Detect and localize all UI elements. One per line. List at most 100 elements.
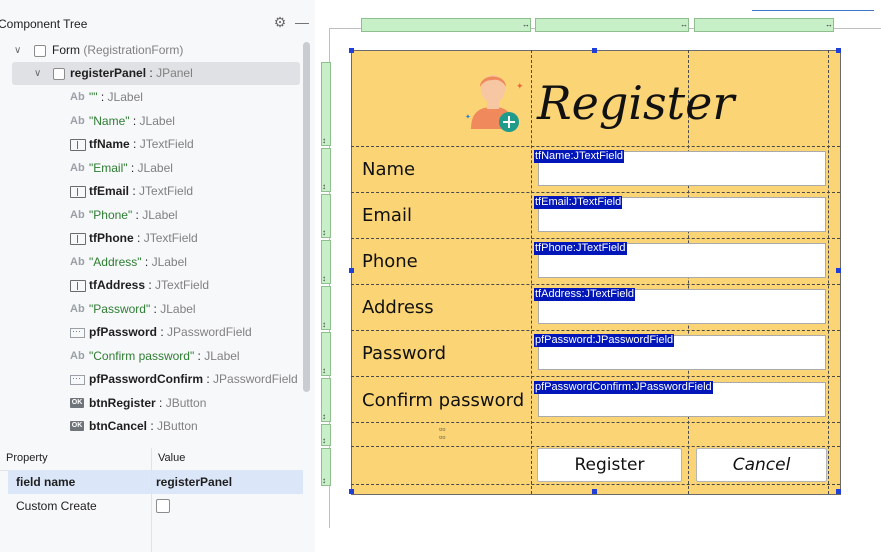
grid-row-header[interactable]: ↕ [321,424,331,446]
tree-item-label: "Phone" : JLabel [89,207,178,222]
tree-item-label: "Address" : JLabel [89,254,187,269]
label-email: Email [362,205,412,226]
resize-handle[interactable] [592,489,597,494]
register-button[interactable]: Register [537,448,682,482]
grid-line [351,238,840,239]
chevron-down-icon[interactable]: ∨ [34,62,46,85]
label-name: Name [362,159,416,180]
svg-text:✦: ✦ [516,82,523,92]
tree-item[interactable]: pfPasswordConfirm : JPasswordField [0,367,303,391]
property-row-custom-create[interactable]: Custom Create [8,494,303,518]
tree-item-label: tfPhone : JTextField [89,231,198,245]
resize-handle[interactable] [836,268,841,273]
tree-item[interactable]: Ab "" : JLabel [0,86,303,109]
tree-item[interactable]: tfEmail : JTextField [0,180,303,203]
field-tag: tfName:JTextField [534,150,625,163]
tree-item-label: "Email" : JLabel [89,160,173,175]
tree-item-form[interactable]: ∨ Form (RegistrationForm) [0,39,303,62]
field-tag: tfEmail:JTextField [534,196,623,209]
tree-item[interactable]: Ab "Email" : JLabel [0,157,303,180]
grid-line [351,446,840,447]
component-tree-header: Component Tree ⚙ — [0,10,315,36]
property-column-header[interactable]: Property [6,452,48,464]
field-tag: tfPhone:JTextField [534,242,627,255]
form-icon [34,45,46,57]
grid-row-header[interactable]: ↕ [321,148,331,192]
grid-row-header[interactable]: ↕ [321,240,331,284]
tree-item[interactable]: Ab "Confirm password" : JLabel [0,345,303,368]
grid-row-header[interactable]: ↕ [321,62,331,146]
tree-item-label: btnRegister : JButton [89,395,207,410]
grid-column-header[interactable]: ↔ [535,18,689,32]
resize-handle[interactable] [349,48,354,53]
grid-line [351,146,840,147]
chevron-down-icon[interactable]: ∨ [14,39,26,62]
passwordfield-icon [70,320,85,343]
top-link-underline [752,10,874,11]
tree-item-label: "" : JLabel [89,90,143,104]
tree-item-label: tfEmail : JTextField [89,184,194,198]
user-add-icon: ✦ ✦ [465,75,523,132]
gear-icon[interactable]: ⚙ [272,14,288,30]
grid-column-header[interactable]: ↔ [361,18,531,32]
minimize-icon[interactable]: — [294,14,310,30]
label-icon: Ab [70,91,85,103]
grid-row-header[interactable]: ↕ [321,286,331,330]
tree-item-label: btnCancel : JButton [89,419,198,433]
tree-item[interactable]: Ab "Address" : JLabel [0,251,303,274]
grid-line [351,422,840,423]
property-value[interactable]: registerPanel [156,470,232,494]
label-icon: Ab [70,114,85,127]
label-phone: Phone [362,251,418,272]
grid-line [531,50,532,494]
resize-handle[interactable] [349,489,354,494]
label-icon: Ab [70,208,85,221]
label-icon: Ab [70,349,85,362]
tree-scrollbar[interactable] [303,42,310,392]
tree-item[interactable]: OK btnRegister : JButton [0,392,303,415]
grid-line [828,50,829,494]
tree-item-label: pfPasswordConfirm : JPasswordField [89,372,298,386]
tree-item-label: pfPassword : JPasswordField [89,325,252,339]
tree-item[interactable]: tfAddress : JTextField [0,274,303,297]
grid-row-header[interactable]: ↕ [321,194,331,238]
property-name: Custom Create [16,499,97,513]
value-column-header[interactable]: Value [158,452,185,464]
grid-row-header[interactable]: ↕ [321,332,331,376]
label-address: Address [362,297,434,318]
resize-handle[interactable] [836,48,841,53]
grid-row-header[interactable]: ↕ [321,378,331,422]
tree-item[interactable]: OK btnCancel : JButton [0,415,303,438]
button-icon: OK [70,421,84,431]
grid-line [351,330,840,331]
tree-item-label: "Confirm password" : JLabel [89,348,240,363]
grid-column-header[interactable]: ↔ [694,18,834,32]
tree-item[interactable]: tfPhone : JTextField [0,227,303,250]
tree-item-label: Form (RegistrationForm) [52,43,184,57]
resize-handle[interactable] [592,48,597,53]
tree-item-label: registerPanel : JPanel [70,66,193,80]
label-icon: Ab [70,255,85,268]
cancel-button[interactable]: Cancel [696,448,827,482]
spacer-icon[interactable]: ▫▫ ▫▫ [439,425,445,442]
tree-item-registerpanel[interactable]: ∨ registerPanel : JPanel [12,62,300,85]
field-tag: tfAddress:JTextField [534,288,636,301]
tree-item-label: tfAddress : JTextField [89,278,210,292]
tree-item[interactable]: Ab "Phone" : JLabel [0,204,303,227]
grid-line [351,192,840,193]
tree-item[interactable]: Ab "Password" : JLabel [0,298,303,321]
tree-item[interactable]: Ab "Name" : JLabel [0,110,303,133]
grid-row-header[interactable]: ↕ [321,448,331,486]
tree-item[interactable]: tfName : JTextField [0,133,303,156]
resize-handle[interactable] [349,268,354,273]
grid-line [351,284,840,285]
custom-create-checkbox[interactable] [156,499,170,513]
resize-handle[interactable] [836,489,841,494]
panel-icon [53,68,65,80]
property-name: field name [16,475,76,489]
tree-item-label: tfName : JTextField [89,137,194,151]
tree-item[interactable]: pfPassword : JPasswordField [0,320,303,344]
textfield-icon [70,186,86,198]
property-row-field-name[interactable]: field name registerPanel [8,470,303,494]
grid-line [351,484,840,485]
